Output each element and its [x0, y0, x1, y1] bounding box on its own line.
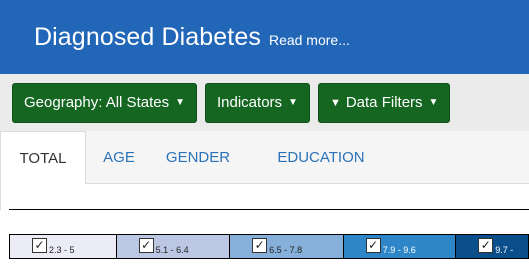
legend-range-label: 6.5 - 7.8	[269, 244, 303, 255]
tab-total[interactable]: TOTAL	[0, 131, 86, 185]
caret-down-icon: ▼	[428, 97, 439, 108]
legend-range-label: 5.1 - 6.4	[155, 244, 189, 255]
legend-range-label: 7.9 - 9.6	[382, 244, 416, 255]
legend-item-range-1[interactable]: ✓ 2.3 - 5	[10, 235, 117, 258]
checkbox-checked-icon[interactable]: ✓	[138, 238, 154, 253]
checkbox-checked-icon[interactable]: ✓	[365, 238, 381, 253]
caret-down-icon: ▼	[175, 97, 185, 108]
tab-education[interactable]: EDUCATION	[264, 131, 378, 185]
map-legend: ✓ 2.3 - 5 ✓ 5.1 - 6.4 ✓ 6.5 - 7.8 ✓ 7.9 …	[9, 234, 529, 259]
caret-down-icon: ▼	[288, 97, 298, 108]
geography-button-label: Geography: All States	[24, 94, 170, 111]
checkbox-checked-icon[interactable]: ✓	[478, 238, 494, 253]
legend-item-range-4[interactable]: ✓ 7.9 - 9.6	[343, 235, 457, 258]
read-more-link[interactable]: Read more...	[269, 32, 350, 48]
checkbox-checked-icon[interactable]: ✓	[32, 238, 47, 253]
legend-item-range-3[interactable]: ✓ 6.5 - 7.8	[230, 235, 344, 258]
data-filters-dropdown-button[interactable]: ▼ Data Filters ▼	[317, 82, 451, 123]
tab-gender[interactable]: GENDER	[163, 131, 233, 185]
data-filters-button-label: Data Filters	[345, 94, 423, 111]
page-title: Diagnosed Diabetes	[34, 22, 261, 51]
legend-item-range-5[interactable]: ✓ 9.7 -	[456, 235, 528, 258]
geography-dropdown-button[interactable]: Geography: All States ▼	[12, 82, 197, 123]
tab-content-panel	[0, 184, 529, 210]
divider	[9, 209, 529, 210]
toolbar: Geography: All States ▼ Indicators ▼ ▼ D…	[0, 74, 529, 131]
indicators-button-label: Indicators	[217, 94, 283, 111]
legend-item-range-2[interactable]: ✓ 5.1 - 6.4	[116, 235, 231, 258]
indicators-dropdown-button[interactable]: Indicators ▼	[205, 82, 310, 123]
tab-bar: TOTAL AGE GENDER EDUCATION	[0, 131, 529, 185]
legend-range-label: 9.7 -	[495, 244, 514, 255]
tab-age[interactable]: AGE	[96, 131, 142, 185]
header-bar: Diagnosed Diabetes Read more...	[0, 0, 529, 74]
panel-border	[0, 184, 1, 210]
checkbox-checked-icon[interactable]: ✓	[252, 238, 268, 253]
filter-icon: ▼	[329, 96, 341, 109]
legend-range-label: 2.3 - 5	[49, 244, 75, 255]
